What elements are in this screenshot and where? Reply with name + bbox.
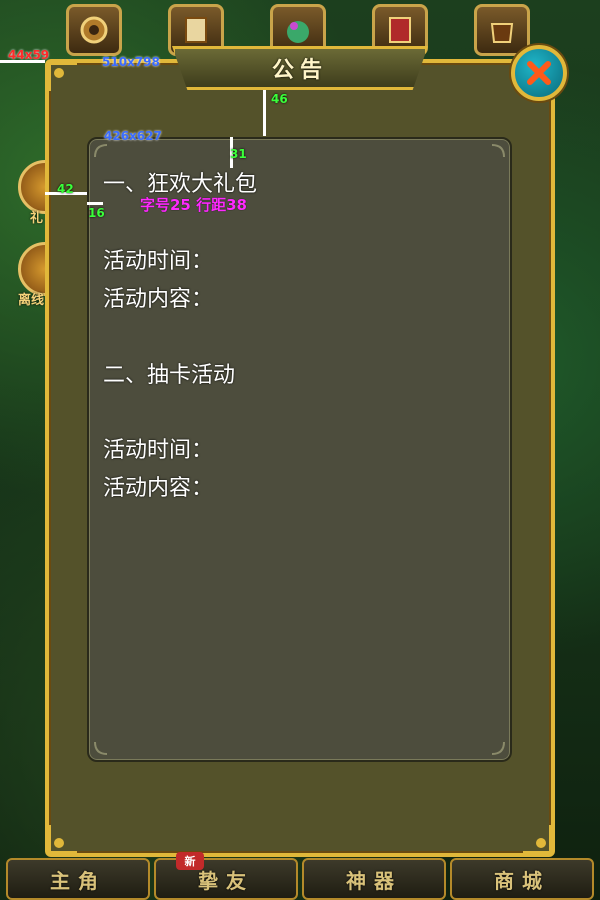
pot-icon[interactable] xyxy=(474,4,530,56)
panel-title-plate: 公告 xyxy=(172,46,428,90)
close-icon xyxy=(527,61,551,85)
guide-line xyxy=(263,90,266,136)
section2-title: 二、抽卡活动 xyxy=(103,363,236,388)
panel-title: 公告 xyxy=(271,58,328,83)
bottom-nav: 主角 挚友 神器 商城 xyxy=(0,856,600,900)
gap-inner-top-annotation: 31 xyxy=(230,147,247,161)
swirl-ornament-icon xyxy=(491,741,505,755)
nav-hero[interactable]: 主角 xyxy=(6,858,150,900)
section1-time-label: 活动时间： xyxy=(103,249,214,274)
side-label-gift: 礼 xyxy=(30,211,44,226)
section2-time-label: 活动时间： xyxy=(103,438,214,463)
corner-ornament-icon xyxy=(519,821,553,855)
close-button[interactable] xyxy=(511,45,567,101)
nav-friends-label: 挚友 xyxy=(198,868,254,893)
guide-line xyxy=(87,202,103,205)
gap-inner-left-annotation: 16 xyxy=(88,206,105,220)
corner-size-annotation: 44x59 xyxy=(8,48,50,62)
swirl-ornament-icon xyxy=(491,144,505,158)
section1-content-label: 活动内容： xyxy=(103,287,214,312)
new-badge: 新 xyxy=(176,852,204,870)
swirl-ornament-icon xyxy=(94,741,108,755)
gear-emblem-icon[interactable] xyxy=(66,4,122,56)
section2-content-label: 活动内容： xyxy=(103,476,214,501)
corner-ornament-icon xyxy=(47,821,81,855)
nav-shop-label: 商城 xyxy=(494,868,550,893)
side-label-offline: 离线 xyxy=(18,293,45,308)
panel-size-annotation: 510x798 xyxy=(102,55,160,69)
nav-shop[interactable]: 商城 xyxy=(450,858,594,900)
nav-artifact-label: 神器 xyxy=(346,868,402,893)
corner-ornament-icon xyxy=(47,61,81,95)
gap-top-annotation: 46 xyxy=(271,92,288,106)
content-size-annotation: 426x627 xyxy=(104,129,162,143)
nav-hero-label: 主角 xyxy=(50,868,106,893)
gap-left-annotation: 42 xyxy=(57,182,74,196)
font-spec-annotation: 字号25 行距38 xyxy=(140,196,247,214)
nav-artifact[interactable]: 神器 xyxy=(302,858,446,900)
